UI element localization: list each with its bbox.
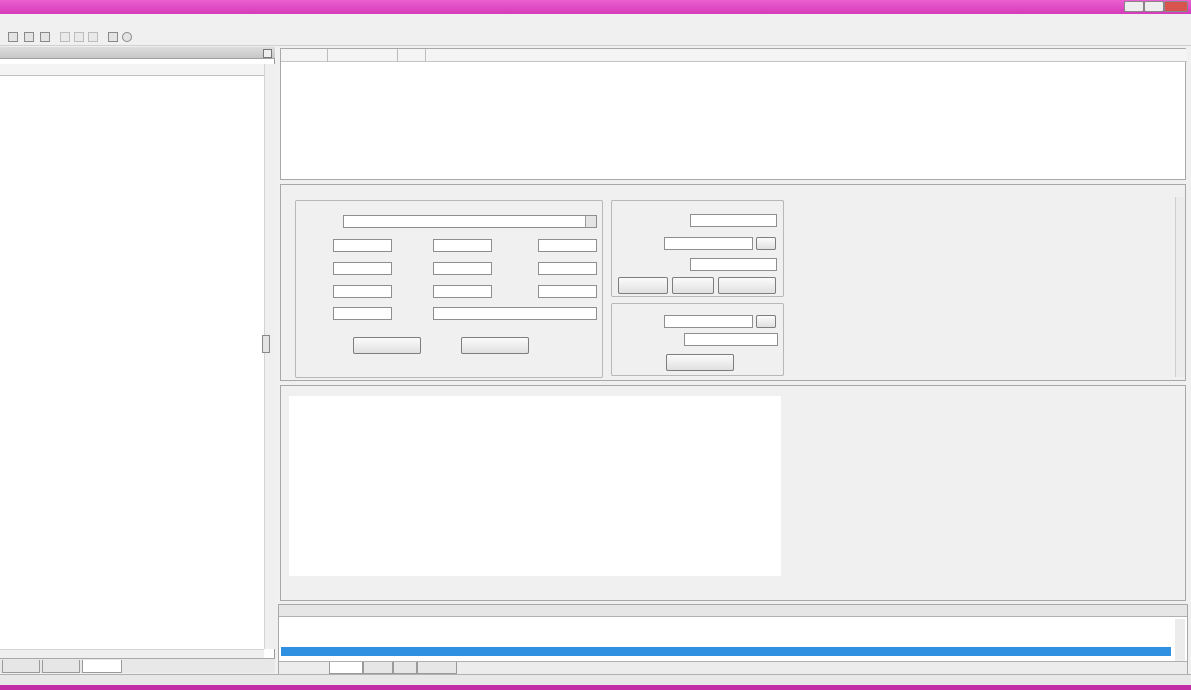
param4-field[interactable] bbox=[333, 262, 392, 275]
symbol-table-vertical-scrollbar[interactable] bbox=[264, 64, 275, 649]
unhook-button[interactable] bbox=[672, 277, 714, 294]
left-panel bbox=[0, 47, 275, 673]
one-click-hook-group bbox=[295, 200, 603, 378]
new-file-icon[interactable] bbox=[8, 32, 18, 42]
close-button[interactable] bbox=[1164, 1, 1188, 12]
inject-execute-button[interactable] bbox=[666, 354, 734, 371]
help-icon[interactable] bbox=[122, 32, 132, 42]
memory-panel bbox=[280, 385, 1186, 601]
menu-bar bbox=[0, 14, 1191, 28]
browse-inject-so-button[interactable] bbox=[756, 315, 776, 328]
chevron-down-icon[interactable] bbox=[585, 216, 596, 227]
param1-field[interactable] bbox=[333, 239, 392, 252]
hook-button[interactable] bbox=[618, 277, 668, 294]
paste-icon[interactable] bbox=[88, 32, 98, 42]
maximize-button[interactable] bbox=[1144, 1, 1164, 12]
output-panel bbox=[278, 604, 1188, 674]
memory-view bbox=[289, 396, 781, 576]
title-bar bbox=[0, 0, 1191, 14]
open-folder-icon[interactable] bbox=[24, 32, 34, 42]
hook-area bbox=[280, 184, 1186, 381]
param9-field[interactable] bbox=[538, 285, 597, 298]
disassembly-panel bbox=[280, 48, 1187, 180]
inject-remote-path-field[interactable] bbox=[684, 333, 778, 346]
output-header bbox=[279, 605, 1187, 617]
tab-phone-output[interactable] bbox=[417, 662, 457, 674]
output-line bbox=[281, 647, 1171, 656]
hook-function-address-field[interactable] bbox=[690, 214, 777, 227]
disassembly-header bbox=[281, 49, 1187, 62]
browse-so-button[interactable] bbox=[756, 237, 776, 250]
tab-module-list[interactable] bbox=[42, 660, 80, 673]
param8-field[interactable] bbox=[433, 285, 492, 298]
left-panel-tabs bbox=[0, 658, 275, 673]
output-lines bbox=[281, 620, 1171, 660]
return-value-field[interactable] bbox=[433, 307, 597, 320]
process-icon[interactable] bbox=[108, 32, 118, 42]
tab-symbol-list[interactable] bbox=[82, 660, 122, 673]
param6-field[interactable] bbox=[538, 262, 597, 275]
inject-execute-group bbox=[611, 303, 784, 376]
param7-field[interactable] bbox=[333, 285, 392, 298]
param10-field[interactable] bbox=[333, 307, 392, 320]
output-tabs bbox=[279, 661, 1187, 674]
tab-logcat[interactable] bbox=[363, 662, 393, 674]
status-bar bbox=[0, 674, 1191, 685]
delete-remote-so-button[interactable] bbox=[718, 277, 776, 294]
cancel-hook-button[interactable] bbox=[461, 337, 529, 354]
panel-splitter[interactable] bbox=[262, 335, 270, 353]
hook-function-dropdown[interactable] bbox=[343, 215, 597, 228]
save-icon[interactable] bbox=[40, 32, 50, 42]
symbol-table-body bbox=[0, 77, 264, 649]
minimize-button[interactable] bbox=[1124, 1, 1144, 12]
local-so-file-field[interactable] bbox=[664, 237, 753, 250]
output-scrollbar[interactable] bbox=[1175, 619, 1185, 661]
cut-icon[interactable] bbox=[60, 32, 70, 42]
tab-process-list[interactable] bbox=[2, 660, 40, 673]
inject-local-so-file-field[interactable] bbox=[664, 315, 753, 328]
close-panel-icon[interactable] bbox=[263, 49, 272, 58]
tab-console[interactable] bbox=[329, 662, 363, 674]
tab-search[interactable] bbox=[393, 662, 417, 674]
os-taskbar bbox=[0, 685, 1191, 690]
custom-hook-group bbox=[611, 200, 784, 297]
param5-field[interactable] bbox=[433, 262, 492, 275]
copy-icon[interactable] bbox=[74, 32, 84, 42]
symbol-table-horizontal-scrollbar[interactable] bbox=[0, 649, 264, 658]
param3-field[interactable] bbox=[538, 239, 597, 252]
hook-area-scrollbar[interactable] bbox=[1175, 197, 1185, 377]
left-panel-header bbox=[0, 47, 275, 59]
pin-icon[interactable] bbox=[252, 49, 261, 58]
one-click-hook-button[interactable] bbox=[353, 337, 421, 354]
param2-field[interactable] bbox=[433, 239, 492, 252]
toolbar bbox=[0, 28, 1191, 46]
symbol-table-header bbox=[0, 64, 264, 76]
remote-path-field[interactable] bbox=[690, 258, 777, 271]
